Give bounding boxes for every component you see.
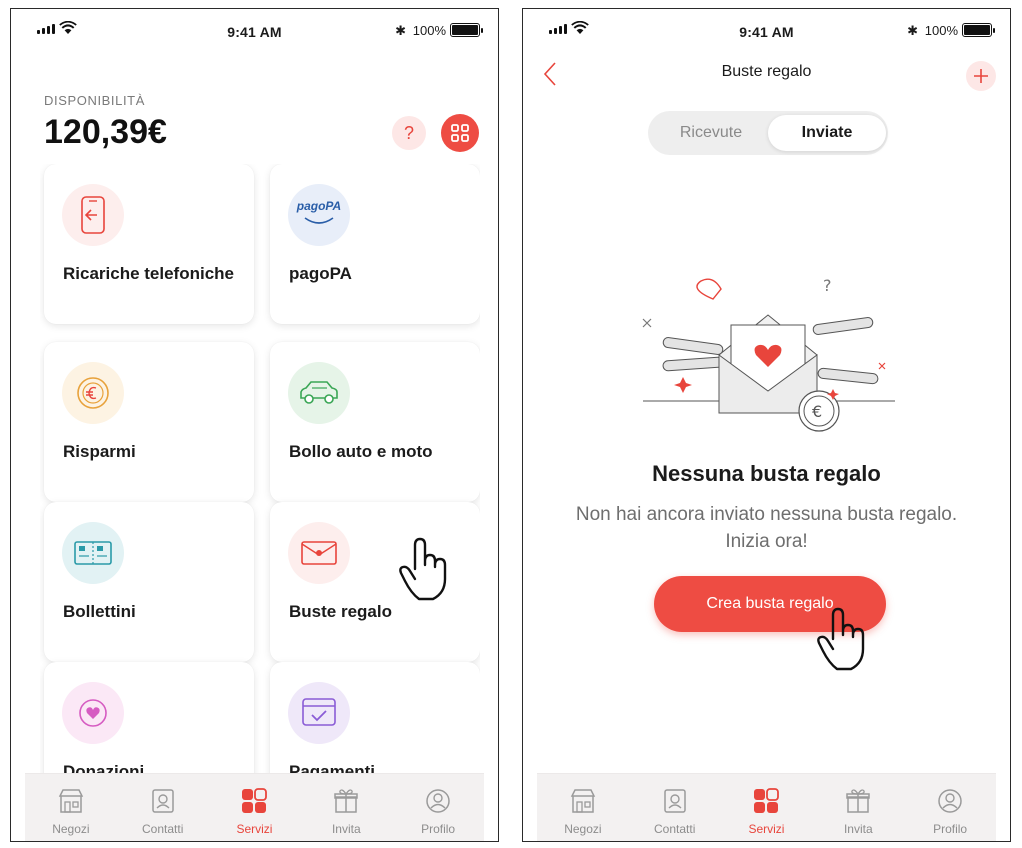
payment-slip-icon <box>62 522 124 584</box>
gift-icon <box>843 786 873 816</box>
tab-label: Servizi <box>748 822 785 836</box>
plus-icon <box>974 69 988 83</box>
empty-state-description: Non hai ancora inviato nessuna busta reg… <box>575 504 958 552</box>
service-card-buste-regalo[interactable]: Buste regalo <box>270 502 480 662</box>
empty-envelope-illustration: ? € <box>642 276 895 432</box>
tab-label: Profilo <box>933 822 968 836</box>
empty-state-title: Nessuna busta regalo <box>652 461 881 486</box>
help-button[interactable]: ? <box>392 116 426 150</box>
tab-profilo[interactable]: Profilo <box>910 786 990 836</box>
service-label: Bollo auto e moto <box>289 442 433 461</box>
service-card-donazioni[interactable]: Donazioni <box>44 662 254 784</box>
profile-icon <box>935 786 965 816</box>
tab-bar: Negozi Contatti Servizi Invita Profilo <box>537 773 996 841</box>
service-label: Bollettini <box>63 602 136 621</box>
service-card-bollo[interactable]: Bollo auto e moto <box>270 342 480 502</box>
balance-label: DISPONIBILITÀ <box>44 93 145 108</box>
tab-negozi[interactable]: Negozi <box>543 786 623 836</box>
service-card-ricariche[interactable]: Ricariche telefoniche <box>44 164 254 324</box>
add-button[interactable] <box>966 61 996 91</box>
contacts-icon <box>660 786 690 816</box>
service-label: Buste regalo <box>289 602 392 621</box>
segment-ricevute[interactable]: Ricevute <box>652 115 770 151</box>
service-label: Risparmi <box>63 442 136 461</box>
battery-icon <box>962 23 995 37</box>
page-title: Buste regalo <box>721 63 812 80</box>
battery-percent: 100% <box>412 23 446 38</box>
gift-envelope-icon <box>288 522 350 584</box>
store-icon <box>56 786 86 816</box>
segmented-control: Ricevute Inviate <box>648 111 888 155</box>
pagopa-logo-icon: pagoPA <box>288 184 350 246</box>
service-label: pagoPA <box>289 264 352 283</box>
euro-coin-icon <box>62 362 124 424</box>
gift-icon <box>331 786 361 816</box>
tab-label: Negozi <box>564 822 602 836</box>
contacts-icon <box>148 786 178 816</box>
bluetooth-icon: ✱ <box>907 23 918 38</box>
tab-label: Contatti <box>654 822 696 836</box>
tab-label: Profilo <box>421 822 456 836</box>
battery-fill <box>964 25 990 35</box>
services-grid-icon <box>751 786 781 816</box>
tab-servizi[interactable]: Servizi <box>214 786 294 836</box>
online-payment-icon <box>288 682 350 744</box>
heart-donation-icon <box>62 682 124 744</box>
car-icon <box>288 362 350 424</box>
service-card-pagopa[interactable]: pagoPA pagoPA <box>270 164 480 324</box>
battery-fill <box>452 25 478 35</box>
tab-label: Invita <box>331 822 361 836</box>
tab-label: Servizi <box>236 822 273 836</box>
profile-icon <box>423 786 453 816</box>
tab-invita[interactable]: Invita <box>306 786 386 836</box>
service-card-pagamenti[interactable]: Pagamenti <box>270 662 480 784</box>
tab-profilo[interactable]: Profilo <box>398 786 478 836</box>
tab-label: Contatti <box>142 822 184 836</box>
tab-invita[interactable]: Invita <box>818 786 898 836</box>
tab-label: Invita <box>843 822 873 836</box>
tab-contatti[interactable]: Contatti <box>123 786 203 836</box>
svg-text:?: ? <box>823 276 832 295</box>
tab-bar: Negozi Contatti Servizi Invita Profilo <box>25 773 484 841</box>
services-grid-icon <box>239 786 269 816</box>
service-card-risparmi[interactable]: Risparmi <box>44 342 254 502</box>
services-grid: Ricariche telefoniche pagoPA pagoPA Risp… <box>40 164 480 784</box>
store-icon <box>568 786 598 816</box>
svg-text:€: € <box>812 402 822 421</box>
tab-servizi[interactable]: Servizi <box>726 786 806 836</box>
qr-code-icon <box>451 124 469 142</box>
qr-code-button[interactable] <box>441 114 479 152</box>
services-screen: 9:41 AM ✱ 100% DISPONIBILITÀ 120,39€ ? R… <box>10 8 499 842</box>
balance-value: 120,39€ <box>44 113 167 151</box>
bluetooth-icon: ✱ <box>395 23 406 38</box>
battery-icon <box>450 23 483 37</box>
service-label: Ricariche telefoniche <box>63 264 235 283</box>
gift-envelopes-screen: 9:41 AM ✱ 100% Buste regalo Ricevute Inv… <box>522 8 1011 842</box>
battery-percent: 100% <box>924 23 958 38</box>
phone-topup-icon <box>62 184 124 246</box>
tab-label: Negozi <box>52 822 90 836</box>
tab-contatti[interactable]: Contatti <box>635 786 715 836</box>
status-bar: 9:41 AM ✱ 100% <box>11 9 498 55</box>
create-gift-envelope-button[interactable]: Crea busta regalo <box>654 576 886 632</box>
status-bar: 9:41 AM ✱ 100% <box>523 9 1010 55</box>
tab-negozi[interactable]: Negozi <box>31 786 111 836</box>
service-card-bollettini[interactable]: Bollettini <box>44 502 254 662</box>
pagopa-logo-text: pagoPA <box>296 199 342 213</box>
segment-inviate[interactable]: Inviate <box>768 115 886 151</box>
